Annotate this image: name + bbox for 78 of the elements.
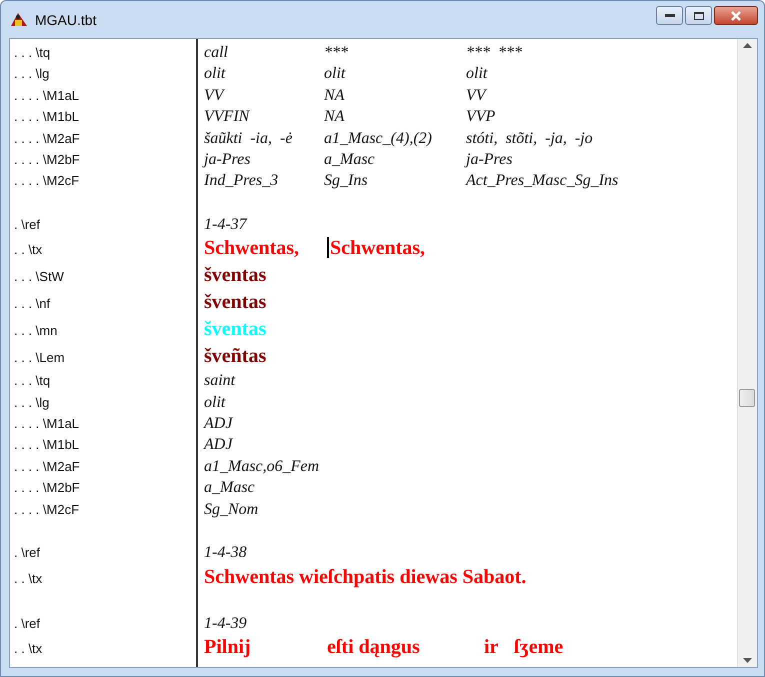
field-marker: . . . . \M2cF <box>13 502 80 517</box>
gloss-text: 1-4-38 <box>204 543 248 564</box>
text-word: ſʒeme <box>514 634 564 660</box>
field-marker: . . . . \M2cF <box>13 173 80 188</box>
gloss-text: call <box>204 43 229 63</box>
gloss-text: olit <box>324 64 347 84</box>
field-marker: . \ref <box>13 545 42 560</box>
field-marker: . . \tx <box>13 242 44 258</box>
gloss-text: 1-4-37 <box>204 214 248 235</box>
field-marker: . . . \lg <box>13 394 50 410</box>
close-button[interactable] <box>714 6 758 25</box>
gloss-text: a_Masc <box>324 150 376 170</box>
text-word: ir <box>484 634 500 660</box>
text-cursor <box>327 237 329 258</box>
close-icon <box>730 10 742 20</box>
gloss-text: šaũkti -ia, -ė <box>204 128 294 149</box>
field-marker: . . . \mn <box>13 323 58 338</box>
gloss-text: NA <box>324 107 346 128</box>
text-word: šventas <box>204 263 266 288</box>
field-marker: . . . \tq <box>13 45 52 60</box>
maximize-icon <box>694 12 704 20</box>
text-word: Schwentas wieſchpatis diewas Sabaot. <box>204 564 526 590</box>
gloss-text: NA <box>324 86 346 106</box>
scrollbar[interactable] <box>737 39 757 667</box>
scroll-down-icon[interactable] <box>743 658 752 663</box>
gloss-text: ja-Pres <box>466 150 513 170</box>
text-word: Schwentas, <box>327 235 426 262</box>
gloss-text: saint <box>204 371 236 392</box>
scroll-up-icon[interactable] <box>743 43 752 48</box>
gloss-text: olit <box>204 64 227 84</box>
gloss-text: Act_Pres_Masc_Sg_Ins <box>466 171 618 192</box>
gloss-text: VVFIN <box>204 107 251 128</box>
gloss-text: Sg_Ins <box>324 171 369 192</box>
gloss-text: VV <box>466 86 486 106</box>
field-marker: . . . . \M1aL <box>13 416 80 432</box>
field-marker: . . . \StW <box>13 269 65 284</box>
gloss-text: a1_Masc,o6_Fem <box>204 456 320 477</box>
gloss-text: olit <box>204 392 227 413</box>
gloss-text: Sg_Nom <box>204 500 260 520</box>
text-word: šventas <box>204 317 266 342</box>
field-marker: . . . . \M1bL <box>13 437 80 452</box>
window-title: MGAU.tbt <box>35 12 96 28</box>
gloss-text: *** *** <box>466 43 522 63</box>
gloss-text: *** <box>324 43 349 63</box>
field-marker: . . . . \M2bF <box>13 480 81 496</box>
field-marker: . . . . \M2bF <box>13 152 81 168</box>
text-word: šventas <box>204 290 266 316</box>
maximize-button[interactable] <box>685 6 712 25</box>
minimize-icon <box>664 14 674 18</box>
gloss-text: a_Masc <box>204 478 256 498</box>
gloss-text: ADJ <box>204 414 234 434</box>
text-word: Schwentas, <box>204 236 300 262</box>
text-word: eſti dąngus <box>327 634 421 660</box>
text-word: šveñtas <box>204 344 266 370</box>
gloss-text: stóti, stõti, -ja, -jo <box>466 128 593 149</box>
gloss-text: VV <box>204 86 226 106</box>
minimize-button[interactable] <box>656 6 683 25</box>
gloss-text: ADJ <box>204 435 234 456</box>
field-marker: . . . . \M2aF <box>13 458 81 474</box>
gloss-text: VVP <box>466 107 496 128</box>
scroll-thumb[interactable] <box>739 389 755 407</box>
gloss-text: Ind_Pres_3 <box>204 171 280 192</box>
gloss-text: a1_Masc_(4),(2) <box>324 128 433 149</box>
text-word: Pilnij <box>204 634 252 660</box>
field-marker: . . . \lg <box>13 66 50 82</box>
field-marker: . \ref <box>13 616 42 630</box>
field-marker: . . . . \M2aF <box>13 130 81 146</box>
field-marker: . . . \tq <box>13 373 52 388</box>
field-marker: . . . \nf <box>13 296 52 312</box>
field-marker: . . . . \M1aL <box>13 88 80 103</box>
field-marker: . \ref <box>13 216 42 232</box>
gloss-text: olit <box>466 64 488 84</box>
field-marker: . . \tx <box>13 570 44 586</box>
field-marker: . . . \Lem <box>13 350 66 366</box>
field-marker: . . . . \M1bL <box>13 109 80 124</box>
gloss-text: ja-Pres <box>204 150 252 170</box>
gloss-text: 1-4-39 <box>204 614 248 634</box>
field-marker: . . \tx <box>13 640 44 656</box>
